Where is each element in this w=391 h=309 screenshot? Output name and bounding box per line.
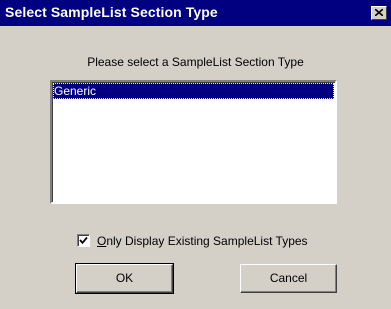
existing-only-label[interactable]: Only Display Existing SampleList Types — [97, 234, 308, 248]
cancel-button[interactable]: Cancel — [240, 264, 337, 293]
section-type-listbox[interactable]: Generic — [50, 80, 337, 204]
existing-only-option[interactable]: Only Display Existing SampleList Types — [77, 233, 308, 248]
title-bar[interactable]: Select SampleList Section Type — [0, 0, 391, 26]
ok-button[interactable]: OK — [75, 263, 174, 294]
select-section-type-dialog: Select SampleList Section Type Please se… — [0, 0, 391, 309]
existing-only-label-text: nly Display Existing SampleList Types — [106, 233, 308, 248]
existing-only-checkbox[interactable] — [77, 234, 90, 247]
prompt-label: Please select a SampleList Section Type — [87, 55, 304, 69]
existing-only-mnemonic: O — [97, 233, 107, 248]
list-item[interactable]: Generic — [53, 83, 334, 99]
close-button[interactable] — [371, 6, 387, 20]
window-title: Select SampleList Section Type — [5, 4, 218, 20]
checkmark-icon — [79, 236, 88, 245]
close-icon — [375, 9, 383, 16]
